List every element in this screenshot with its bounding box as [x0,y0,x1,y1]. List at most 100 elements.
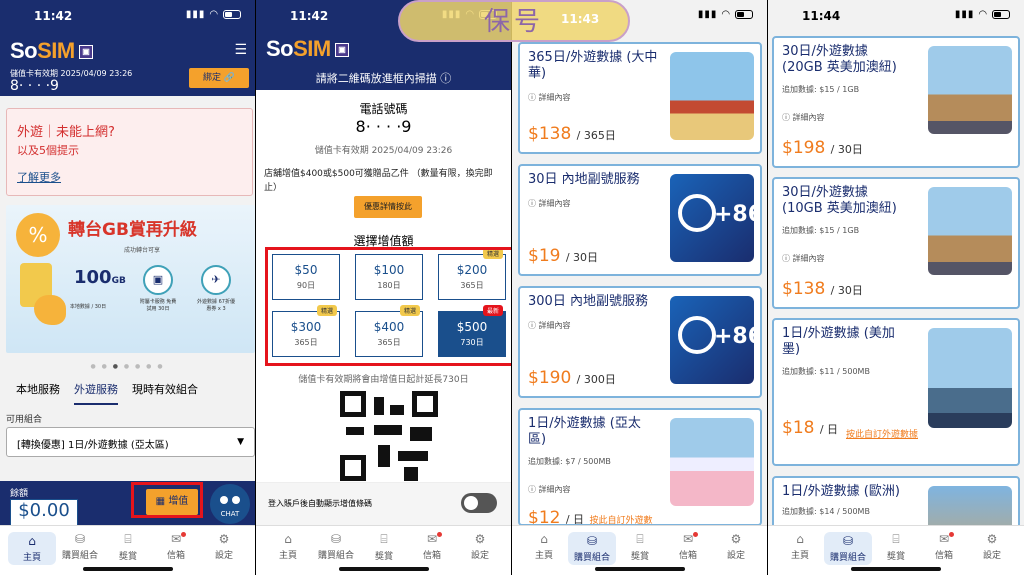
watermark-stamp: 保号 11:43 [398,0,630,42]
info-icon: ⓘ [782,254,790,263]
plan-name: 30日/外遊數據 (20GB 英美加澳紐) [782,44,897,75]
chevron-down-icon: ▼ [237,437,244,447]
carousel-dots[interactable]: ● ● ● ● ● ● ● [0,363,255,370]
tab-inbox[interactable]: ✉ 信箱 [152,532,200,561]
topup-screen: 11:42 ▮▮▮ ◠ SoSIM▣ 請將二維碼放進框內掃描 ⓘ 電話號碼 8·… [256,0,511,575]
mail-icon: ✉ [682,532,694,546]
basket-icon: ⛁ [330,532,342,546]
plan-card[interactable]: 30日/外遊數據 (20GB 英美加澳紐) 追加數據: $15 / 1GB ⓘ … [772,36,1020,168]
plan-details-link[interactable]: ⓘ 詳細內容 [782,253,825,264]
auto-show-row: 登入賬戶後自動顯示增值條碼 [256,482,511,526]
plan-extra-data: 追加數據: $15 / 1GB [782,85,860,94]
tab-home[interactable]: ⌂ 主頁 [520,532,568,561]
tab-home[interactable]: ⌂ 主頁 [776,532,824,561]
home-indicator [594,567,685,571]
mail-icon: ✉ [938,532,950,546]
tab-inbox[interactable]: ✉ 信箱 [920,532,968,561]
brand-mark-icon: ▣ [334,43,349,58]
tab-settings[interactable]: ⚙ 設定 [712,532,760,561]
tab-rewards[interactable]: ⌸ 獎賞 [360,532,408,562]
plan-card[interactable]: 1日/外遊數據 (美加墨) 追加數據: $11 / 500MB $18 / 日 … [772,318,1020,466]
home-indicator [82,567,173,571]
bind-button[interactable]: 綁定 🔗 [189,68,249,88]
plan-price: $138 / 365日 [528,124,616,144]
tab-home[interactable]: ⌂ 主頁 [8,532,56,565]
plan-card[interactable]: 1日/外遊數據 (亞太區) 追加數據: $7 / 500MB ⓘ 詳細內容 $1… [518,408,762,526]
big-ben-image [928,46,1012,134]
tab-rewards[interactable]: ⌸ 獎賞 [616,532,664,562]
plan-name: 30日 內地副號服務 [528,172,640,187]
tab-buy[interactable]: ⛁ 購買組合 [824,532,872,565]
tab-buy[interactable]: ⛁ 購買組合 [312,532,360,561]
sosim-logo: SoSIM ▣ [266,36,349,62]
auto-show-label: 登入賬戶後自動顯示增值條碼 [268,499,372,508]
plan-card[interactable]: 300日 內地副號服務 ⓘ 詳細內容 $190 / 300日 +86 [518,286,762,398]
tab-buy[interactable]: ⛁ 購買組合 [56,532,104,561]
plan-card[interactable]: 30日/外遊數據 (10GB 英美加澳紐) 追加數據: $15 / 1GB ⓘ … [772,177,1020,309]
status-time: 11:42 [34,9,73,23]
tab-home[interactable]: ⌂ 主頁 [264,532,312,561]
tab-settings[interactable]: ⚙ 設定 [456,532,504,561]
plan-select[interactable]: [轉換優惠] 1日/外遊數據 (亞太區) ▼ [6,427,255,457]
bird-mascot-icon [34,295,66,325]
info-icon[interactable]: ⓘ [440,72,451,85]
wifi-icon: ◠ [721,9,731,20]
hamburger-menu-icon[interactable]: ☰ [234,42,247,58]
auto-show-toggle[interactable] [461,493,497,513]
status-icons: ▮▮▮ ◠ [698,9,753,20]
plan-extra-data: 追加數據: $11 / 500MB [782,367,870,376]
bottom-tab-bar: ⌂ 主頁 ⛁ 購買組合 ⌸ 獎賞 ✉ 信箱 ⚙ 設定 [768,525,1024,575]
plan-card[interactable]: 365日/外遊數據 (大中華) ⓘ 詳細內容 $138 / 365日 [518,42,762,154]
mount-fuji-image [670,418,754,506]
banner-item-sub: ▣ 附屬卡服務 免費試用 30日 [138,265,178,312]
gift-icon: ⌸ [380,532,388,546]
battery-icon [735,9,753,19]
banner-item-travel: ✈ 外遊數據 67折優惠券 x 3 [196,265,236,312]
plus-sim-icon: ▣ [143,265,173,295]
status-icons: ▮▮▮ ◠ [186,9,241,20]
wifi-icon: ◠ [978,9,988,20]
promo-banner[interactable]: % 轉台GB賞再升級 成功轉台可享 100GB 本地數據 / 30日 ▣ 附屬卡服… [6,205,255,353]
highlight-box [265,247,511,366]
highlight-box [131,482,203,518]
plan-price: $18 / 日 [782,418,839,438]
plan-name: 1日/外遊數據 (美加墨) [782,326,895,357]
chat-button[interactable]: CHAT [210,484,250,524]
extension-note: 儲值卡有效期將會由增值日起計延長730日 [298,375,469,385]
info-icon: ⓘ [782,113,790,122]
tab-inbox[interactable]: ✉ 信箱 [408,532,456,561]
wifi-icon: ◠ [209,9,219,20]
plan-name: 1日/外遊數據 (亞太區) [528,416,641,447]
promo-details-button[interactable]: 優惠詳情按此 [354,196,422,218]
scan-hint: 請將二維碼放進框內掃描 ⓘ [315,72,452,85]
tab-settings[interactable]: ⚙ 設定 [968,532,1016,561]
plan-details-link[interactable]: ⓘ 詳細內容 [528,92,571,103]
tab-buy[interactable]: ⛁ 購買組合 [568,532,616,565]
balance-label: 餘額 [10,489,29,499]
banner-subtitle: 成功轉台可享 [124,247,161,254]
tab-settings[interactable]: ⚙ 設定 [200,532,248,561]
tab-rewards[interactable]: ⌸ 獎賞 [872,532,920,562]
plan-details-link[interactable]: ⓘ 詳細內容 [528,320,571,331]
learn-more-link[interactable]: 了解更多 [17,169,61,185]
plan-details-link[interactable]: ⓘ 詳細內容 [528,198,571,209]
tab-active-plans[interactable]: 現時有效組合 [132,381,198,397]
plan-details-link[interactable]: ⓘ 詳細內容 [528,484,571,495]
tab-inbox[interactable]: ✉ 信箱 [664,532,712,561]
status-bar: 11:42 ▮▮▮ ◠ [0,0,255,32]
unread-dot [949,532,954,537]
tab-local[interactable]: 本地服務 [16,381,60,397]
tab-travel[interactable]: 外遊服務 [74,381,118,405]
plan-price: $12 / 日 按此自訂外遊數 [528,508,653,526]
phone-plus86-image: +86 [670,174,754,262]
home-screen: 11:42 ▮▮▮ ◠ SoSIM ▣ ☰ 儲值卡有效期 2025/04/09 2… [0,0,255,575]
home-indicator [338,567,429,571]
roaming-alert-card[interactable]: 外遊｜未能上網? 以及5個提示 了解更多 [6,108,253,196]
custom-plan-link[interactable]: 按此自訂外遊數據 [846,428,920,442]
tab-rewards[interactable]: ⌸ 獎賞 [104,532,152,562]
plan-card[interactable]: 30日 內地副號服務 ⓘ 詳細內容 $19 / 30日 +86 [518,164,762,276]
gift-icon: ⌸ [636,532,644,546]
big-ben-image [928,187,1012,275]
plan-details-link[interactable]: ⓘ 詳細內容 [782,112,825,123]
gift-icon: ⌸ [124,532,132,546]
